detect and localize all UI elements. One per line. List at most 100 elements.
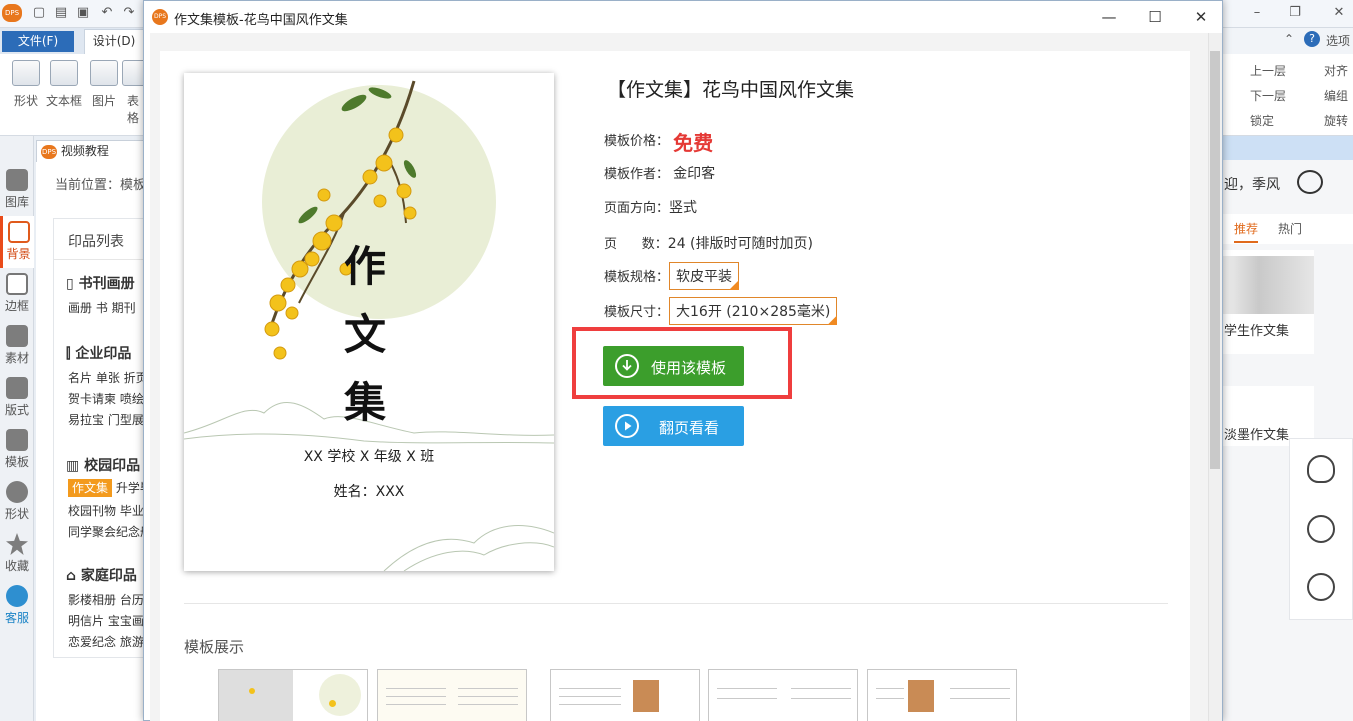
list-item[interactable]: 恋爱纪念 旅游 <box>68 633 144 650</box>
print-list-title: 印品列表 <box>68 234 124 250</box>
rail-gallery[interactable]: 图库 <box>0 164 34 216</box>
list-item[interactable]: 同学聚会纪念册 <box>68 523 152 540</box>
section-campus[interactable]: ▥ 校园印品 <box>66 455 140 475</box>
rail-template-label: 模板 <box>4 455 29 469</box>
showcase-title: 模板展示 <box>184 638 245 656</box>
group-button[interactable]: 编组 <box>1324 87 1348 104</box>
collapse-up-icon[interactable]: ⌃ <box>1284 32 1294 46</box>
save-icon[interactable]: ▣ <box>74 4 92 22</box>
template-card[interactable]: 学生作文集 <box>1222 250 1314 354</box>
rail-shape[interactable]: 形状 <box>0 476 34 528</box>
table-tool[interactable]: 表格 <box>122 60 144 126</box>
size-label: 模板尺寸： <box>604 305 670 320</box>
play-icon <box>615 414 639 438</box>
tab-recommended[interactable]: 推荐 <box>1234 220 1259 243</box>
section-family[interactable]: ⌂ 家庭印品 <box>66 565 137 585</box>
app-restore-icon[interactable]: ❐ <box>1286 4 1304 22</box>
print-list-panel: 印品列表 ▯ 书刊画册 画册 书 期刊 ⫿ 企业印品 名片 单张 折页 贺卡请柬… <box>53 218 164 658</box>
send-backward-button[interactable]: 下一层 <box>1250 87 1286 104</box>
help-icon[interactable]: ? <box>1304 31 1320 47</box>
list-item[interactable]: 校园刊物 毕业 <box>68 502 144 519</box>
close-icon[interactable]: ✕ <box>1178 5 1224 29</box>
dialog-title: 作文集模板-花鸟中国风作文集 <box>174 13 348 28</box>
right-panel-header: ⌃ ? 选项 <box>1222 28 1353 54</box>
doc-tab-video-tutorial[interactable]: DPS 视频教程 <box>36 140 144 162</box>
list-item[interactable]: 名片 单张 折页 <box>68 369 148 386</box>
cover-title-char: 集 <box>344 378 387 427</box>
arrange-tools: 上一层 对齐 下一层 编组 锁定 旋转 <box>1222 54 1353 136</box>
textbox-tool[interactable]: 文本框 <box>46 60 82 109</box>
rail-border[interactable]: 边框 <box>0 268 34 320</box>
cover-title-char: 作 <box>344 242 387 291</box>
tab-hot[interactable]: 热门 <box>1278 220 1302 237</box>
dps-logo-icon: DPS <box>152 9 168 25</box>
orientation-row: 页面方向：竖式 <box>604 197 697 217</box>
spec-label: 模板规格： <box>604 270 670 285</box>
rail-background-label: 背景 <box>6 247 31 261</box>
flip-preview-label: 翻页看看 <box>659 419 720 437</box>
tab-design[interactable]: 设计(D) <box>84 29 144 54</box>
wechat-icon[interactable] <box>1307 515 1335 543</box>
app-close-icon[interactable]: ✕ <box>1330 4 1348 22</box>
section-enterprise[interactable]: ⫿ 企业印品 <box>66 343 131 363</box>
selected-category[interactable]: 作文集 <box>68 479 113 497</box>
lock-button[interactable]: 锁定 <box>1250 112 1274 129</box>
template-icon <box>6 429 28 451</box>
ribbon: 形状 文本框 图片 表格 <box>0 54 145 136</box>
scrollbar-thumb[interactable] <box>1210 51 1220 469</box>
image-tool[interactable]: 图片 <box>86 60 122 109</box>
rail-collapse-icon[interactable] <box>0 140 34 148</box>
background-icon <box>7 221 30 243</box>
left-rail: 图库 背景 边框 素材 版式 模板 形状 收藏 客服 <box>0 136 34 721</box>
showcase-thumbnail[interactable] <box>550 669 700 721</box>
tab-file[interactable]: 文件(F) <box>2 31 74 52</box>
breadcrumb: 当前位置：模板 <box>55 178 147 193</box>
rail-border-label: 边框 <box>4 299 29 313</box>
headset-support-icon[interactable] <box>1307 573 1335 601</box>
spec-option-selected[interactable]: 软皮平装 <box>669 262 740 290</box>
showcase-thumbnail[interactable] <box>377 669 527 721</box>
section-books[interactable]: ▯ 书刊画册 <box>66 273 135 293</box>
shape-tool-label: 形状 <box>13 94 38 108</box>
list-item[interactable]: 画册 书 期刊 <box>68 299 136 316</box>
flip-preview-button[interactable]: 翻页看看 <box>603 406 744 446</box>
qq-icon[interactable] <box>1307 455 1335 483</box>
template-dialog: DPS 作文集模板-花鸟中国风作文集 — ☐ ✕ 作 文 集 XX 学校 X 年… <box>143 0 1223 721</box>
showcase-thumbnail[interactable] <box>708 669 858 721</box>
template-card[interactable]: 淡墨作文集 <box>1222 386 1314 446</box>
rail-template[interactable]: 模板 <box>0 424 34 476</box>
size-option-selected[interactable]: 大16开 (210×285毫米) <box>669 297 838 325</box>
list-item[interactable]: 贺卡请柬 喷绘 <box>68 390 144 407</box>
rail-support-label: 客服 <box>4 611 29 625</box>
author-value: 金印客 <box>673 166 716 182</box>
minimize-icon[interactable]: — <box>1086 5 1132 29</box>
shape-tool[interactable]: 形状 <box>8 60 44 109</box>
message-bubble-icon[interactable] <box>1297 170 1323 194</box>
open-folder-icon[interactable]: ▤ <box>52 4 70 22</box>
align-button[interactable]: 对齐 <box>1324 62 1348 79</box>
app-minimize-icon[interactable]: – <box>1248 4 1266 22</box>
section-family-label: 家庭印品 <box>80 568 137 584</box>
showcase-thumbnail[interactable] <box>218 669 368 721</box>
redo-icon[interactable]: ↷ <box>120 4 138 22</box>
options-button[interactable]: 选项 <box>1326 32 1350 49</box>
section-campus-label: 校园印品 <box>84 458 141 474</box>
image-icon <box>90 60 118 86</box>
rotate-button[interactable]: 旋转 <box>1324 112 1348 129</box>
rail-background[interactable]: 背景 <box>0 216 34 268</box>
bring-forward-button[interactable]: 上一层 <box>1250 62 1286 79</box>
rail-material[interactable]: 素材 <box>0 320 34 372</box>
undo-icon[interactable]: ↶ <box>98 4 116 22</box>
list-item[interactable]: 影楼相册 台历 <box>68 591 144 608</box>
border-icon <box>6 273 28 295</box>
rail-layout[interactable]: 版式 <box>0 372 34 424</box>
rail-favorites[interactable]: 收藏 <box>0 528 34 580</box>
pages-label: 页 数： <box>604 237 668 252</box>
maximize-icon[interactable]: ☐ <box>1132 5 1178 29</box>
dps-logo-icon: DPS <box>41 144 57 159</box>
use-template-button[interactable]: 使用该模板 <box>603 346 744 386</box>
rail-support[interactable]: 客服 <box>0 580 34 632</box>
showcase-thumbnail[interactable] <box>867 669 1017 721</box>
new-file-icon[interactable]: ▢ <box>30 4 48 22</box>
star-icon <box>6 533 28 555</box>
